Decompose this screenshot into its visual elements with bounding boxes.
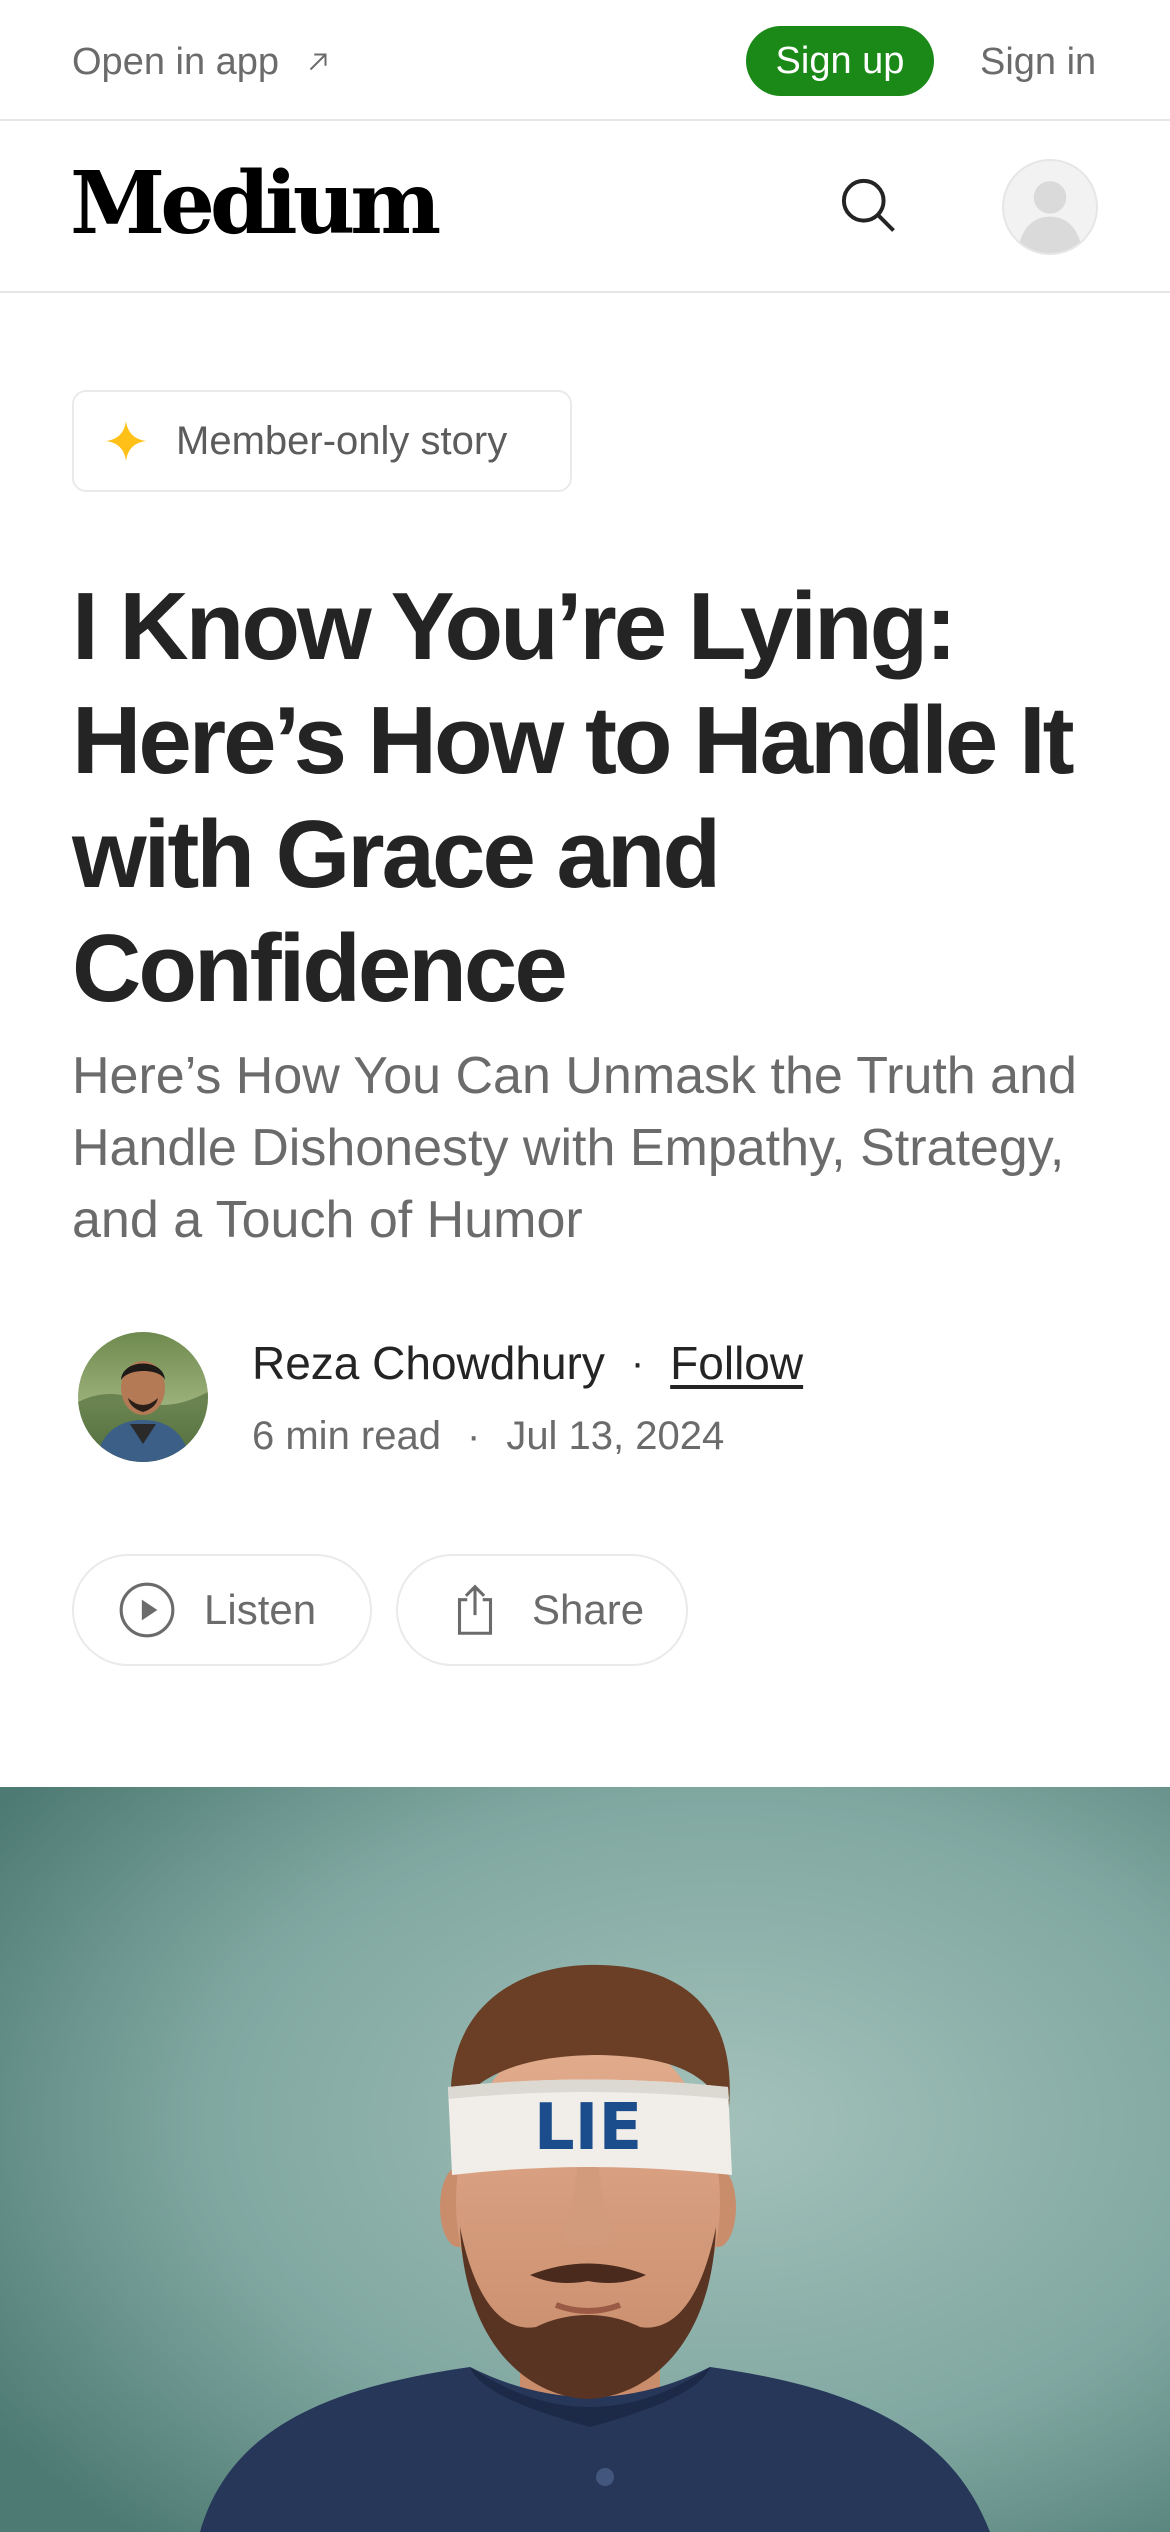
blindfold-text: LIE bbox=[534, 2091, 642, 2165]
user-avatar[interactable] bbox=[1002, 159, 1098, 255]
open-in-app-link[interactable]: Open in app bbox=[72, 34, 333, 90]
meta-separator: · bbox=[466, 1413, 481, 1458]
member-only-label: Member-only story bbox=[176, 418, 508, 463]
publish-date: Jul 13, 2024 bbox=[506, 1413, 725, 1458]
author-photo bbox=[78, 1332, 208, 1462]
medium-logo[interactable]: Medium bbox=[70, 161, 441, 247]
sign-up-button[interactable]: Sign up bbox=[746, 26, 934, 96]
share-icon bbox=[457, 1584, 493, 1635]
author-name[interactable]: Reza Chowdhury bbox=[252, 1336, 605, 1390]
user-avatar-icon bbox=[1017, 181, 1083, 253]
hero-image: LIE bbox=[0, 1787, 1170, 2532]
follow-link[interactable]: Follow bbox=[670, 1336, 803, 1390]
star-icon bbox=[105, 420, 147, 462]
article-subtitle: Here’s How You Can Unmask the Truth and … bbox=[72, 1047, 1077, 1249]
open-in-app-label: Open in app bbox=[72, 40, 280, 83]
share-button[interactable]: Share bbox=[396, 1554, 688, 1666]
listen-button[interactable]: Listen bbox=[72, 1554, 372, 1666]
top-bar: Open in app Sign up Sign in bbox=[0, 0, 1170, 121]
site-header: Medium bbox=[0, 121, 1170, 293]
author-line: Reza Chowdhury · Follow bbox=[252, 1330, 803, 1396]
member-only-badge: Member-only story bbox=[72, 390, 572, 492]
read-time: 6 min read bbox=[252, 1413, 441, 1458]
blindfolded-man-illustration: LIE bbox=[0, 1787, 1170, 2532]
arrow-up-right-icon bbox=[309, 53, 327, 71]
author-separator: · bbox=[630, 1340, 645, 1385]
sign-in-link[interactable]: Sign in bbox=[980, 34, 1096, 90]
search-icon[interactable] bbox=[834, 171, 902, 239]
listen-label: Listen bbox=[204, 1586, 317, 1633]
article-title: I Know You’re Lying: Here’s How to Handl… bbox=[72, 573, 1075, 1022]
play-circle-icon bbox=[119, 1582, 175, 1638]
share-label: Share bbox=[532, 1586, 645, 1633]
article-meta: 6 min read · Jul 13, 2024 bbox=[252, 1408, 724, 1464]
author-avatar[interactable] bbox=[78, 1332, 208, 1462]
